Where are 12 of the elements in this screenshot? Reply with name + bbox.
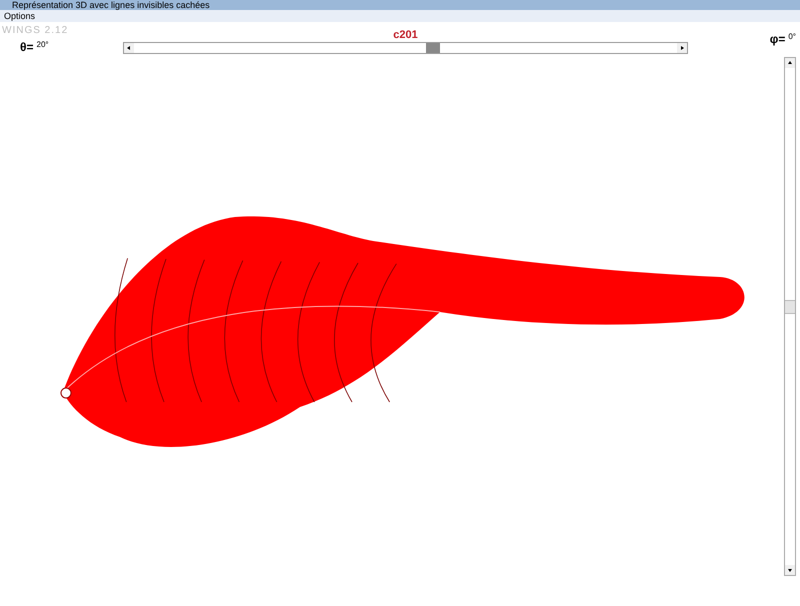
theta-symbol: θ= (20, 40, 34, 54)
app-label: WINGS 2.12 (2, 25, 70, 36)
slider-thumb[interactable] (785, 300, 795, 314)
phi-value: 0° (788, 32, 796, 41)
menu-item[interactable]: Options (4, 11, 36, 21)
vertical-slider[interactable] (784, 57, 796, 576)
phi-symbol: φ= (770, 32, 786, 46)
model-name: c201 (393, 29, 418, 41)
window-title: Représentation 3D avec lignes invisibles cachées (11, 0, 210, 10)
theta-value: 20° (36, 40, 49, 49)
horizontal-slider[interactable] (123, 42, 688, 54)
slider-thumb[interactable] (426, 43, 440, 53)
